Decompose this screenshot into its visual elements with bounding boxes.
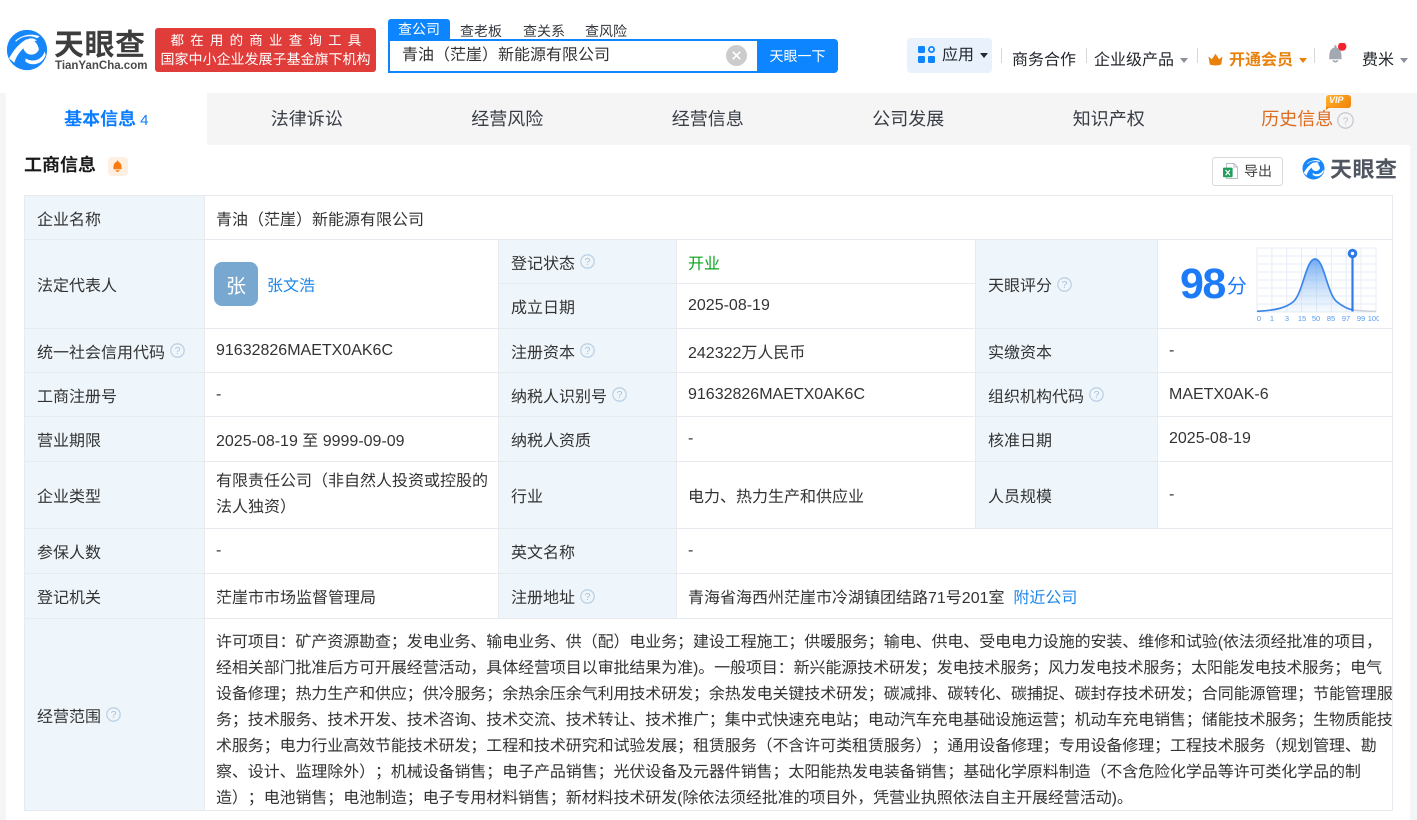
svg-text:15: 15: [1298, 314, 1306, 323]
svg-text:1: 1: [1270, 314, 1274, 323]
svg-text:?: ?: [1094, 389, 1100, 401]
svg-text:50: 50: [1312, 314, 1320, 323]
svg-text:97: 97: [1342, 314, 1350, 323]
svg-text:85: 85: [1327, 314, 1335, 323]
svg-text:?: ?: [585, 345, 591, 357]
svg-text:?: ?: [617, 389, 623, 401]
svg-text:100: 100: [1368, 314, 1379, 323]
svg-text:99: 99: [1357, 314, 1365, 323]
svg-text:?: ?: [585, 256, 591, 268]
svg-text:?: ?: [175, 345, 181, 357]
svg-text:0: 0: [1257, 314, 1261, 323]
svg-text:?: ?: [1062, 279, 1068, 291]
svg-text:?: ?: [1343, 115, 1349, 127]
svg-text:3: 3: [1285, 314, 1289, 323]
svg-text:?: ?: [585, 591, 591, 603]
svg-text:?: ?: [111, 709, 117, 721]
